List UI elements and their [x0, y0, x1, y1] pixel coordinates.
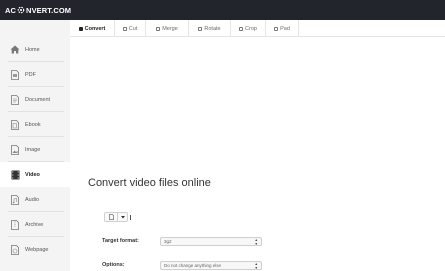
- sidebar-item-label: Ebook: [25, 121, 41, 128]
- page-title: Convert video files online: [88, 177, 211, 189]
- sidebar-item-label: Image: [25, 146, 41, 153]
- tab-merge[interactable]: Merge: [146, 20, 189, 37]
- sidebar-item-label: Home: [25, 46, 40, 53]
- upload-source-dropdown[interactable]: [118, 212, 128, 222]
- sidebar-item-home[interactable]: Home: [0, 37, 70, 62]
- logo-text-right: NVERT.COM: [26, 5, 72, 15]
- sidebar-item-archive[interactable]: Archive: [0, 212, 70, 237]
- choose-file-button[interactable]: [104, 212, 118, 222]
- checkbox-icon: [78, 26, 83, 31]
- divider: [130, 214, 131, 220]
- select-arrows-icon: ▲ ▼: [254, 262, 258, 270]
- sidebar: Home PDF Document Ebook Image Video Audi…: [0, 20, 75, 271]
- sidebar-item-ebook[interactable]: Ebook: [0, 112, 70, 137]
- sidebar-item-label: Document: [25, 96, 51, 103]
- sidebar-item-image[interactable]: Image: [0, 137, 70, 162]
- select-arrows-icon: ▲ ▼: [254, 238, 258, 246]
- options-label: Options:: [102, 262, 125, 268]
- gear-icon: [17, 6, 25, 14]
- options-value: Do not change anything else: [164, 263, 222, 268]
- checkbox-icon: [198, 26, 203, 31]
- logo-text-left: AC: [5, 5, 17, 15]
- target-format-label: Target format:: [102, 238, 139, 244]
- sidebar-item-audio[interactable]: Audio: [0, 187, 70, 212]
- tab-pad[interactable]: Pad: [266, 20, 299, 37]
- checkbox-icon: [156, 26, 161, 31]
- sidebar-item-pdf[interactable]: PDF: [0, 62, 70, 87]
- archive-icon: [10, 219, 20, 231]
- sidebar-item-webpage[interactable]: Webpage: [0, 237, 70, 262]
- sidebar-item-label: Webpage: [25, 246, 49, 253]
- tab-cut[interactable]: Cut: [115, 20, 146, 37]
- options-select[interactable]: Do not change anything else ▲ ▼: [160, 261, 262, 270]
- home-icon: [10, 44, 20, 56]
- site-logo[interactable]: AC NVERT.COM: [5, 4, 71, 16]
- sidebar-item-label: Video: [25, 171, 40, 178]
- file-icon: [108, 214, 114, 220]
- tab-rotate[interactable]: Rotate: [189, 20, 231, 37]
- checkbox-icon: [239, 26, 244, 31]
- document-icon: [10, 94, 20, 106]
- file-upload-control: [104, 212, 131, 222]
- caret-down-icon: [120, 215, 125, 218]
- top-navbar: AC NVERT.COM: [0, 0, 445, 20]
- ebook-icon: [10, 119, 20, 131]
- audio-file-icon: [10, 194, 20, 206]
- checkbox-icon: [274, 26, 279, 31]
- sidebar-item-document[interactable]: Document: [0, 87, 70, 112]
- image-file-icon: [10, 144, 20, 156]
- video-icon: [10, 169, 20, 181]
- target-format-select[interactable]: 3g2 ▲ ▼: [160, 237, 262, 246]
- sidebar-item-label: Archive: [25, 221, 44, 228]
- main-content: Convert video files online Target format…: [70, 37, 445, 271]
- pdf-file-icon: [10, 69, 20, 81]
- webpage-icon: [10, 244, 20, 256]
- sidebar-item-video[interactable]: Video: [0, 162, 75, 187]
- tab-convert[interactable]: Convert: [70, 20, 115, 37]
- sidebar-item-label: PDF: [25, 71, 36, 78]
- target-format-value: 3g2: [164, 239, 172, 244]
- checkbox-icon: [122, 26, 127, 31]
- tool-tabs: Convert Cut Merge Rotate Crop Pad: [70, 20, 445, 37]
- tab-crop[interactable]: Crop: [231, 20, 266, 37]
- sidebar-item-label: Audio: [25, 196, 40, 203]
